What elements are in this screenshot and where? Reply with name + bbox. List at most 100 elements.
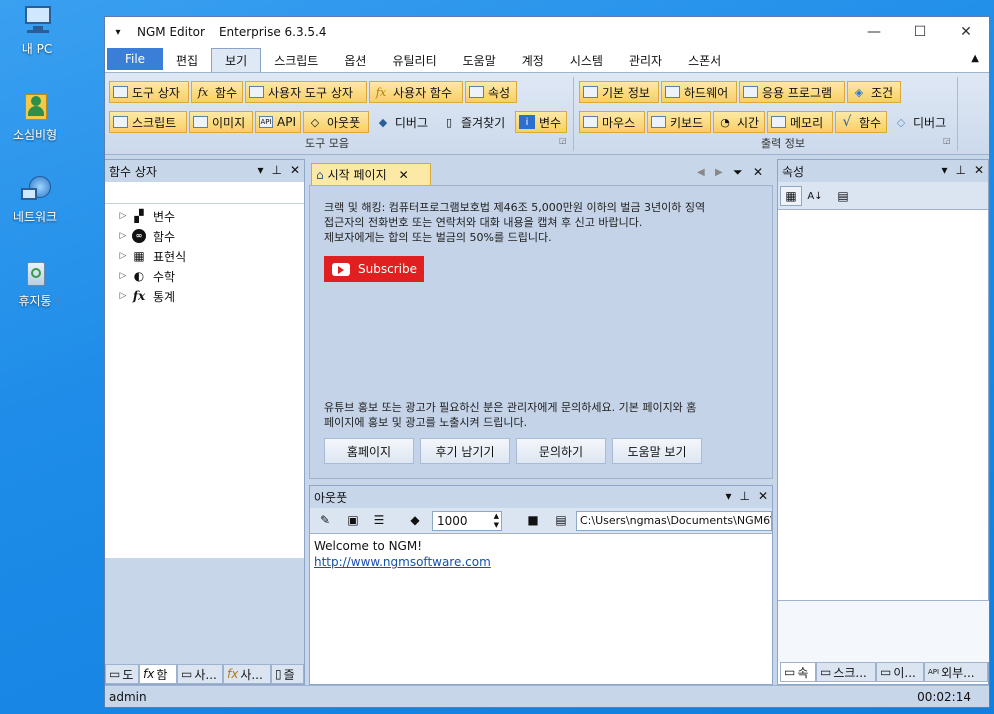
api-button[interactable]: API API <box>255 111 301 133</box>
tab-scroll-left-icon[interactable]: ◀ <box>697 167 705 178</box>
group-launcher-icon[interactable]: ◲ <box>943 136 951 145</box>
user-toolbox-button[interactable]: 사용자 도구 상자 <box>245 81 367 103</box>
tab-user-function[interactable]: fx 사... <box>223 664 271 684</box>
tab-scroll-right-icon[interactable]: ▶ <box>715 167 723 178</box>
toolbox-button[interactable]: 도구 상자 <box>109 81 189 103</box>
panel-dropdown-icon[interactable]: ▾ <box>725 489 731 503</box>
save-icon[interactable]: ■ <box>522 510 544 530</box>
quick-access-dropdown-icon[interactable]: ▾ <box>105 27 131 38</box>
mouse-button[interactable]: 마우스 <box>579 111 645 133</box>
desktop-icon-recycle-bin[interactable]: 휴지통 <box>0 256 70 309</box>
properties-icon <box>469 86 484 98</box>
expand-icon[interactable]: ▷ <box>115 271 131 281</box>
tab-close-icon[interactable]: ✕ <box>399 168 409 182</box>
desktop-icon-network[interactable]: 네트워크 <box>0 172 70 225</box>
pin-icon[interactable]: ⊥ <box>739 489 749 503</box>
line-count-stepper[interactable]: 1000 ▲ ▼ <box>432 511 502 531</box>
menu-view[interactable]: 보기 <box>211 48 262 72</box>
panel-dropdown-icon[interactable]: ▾ <box>941 163 947 177</box>
menu-options[interactable]: 옵션 <box>331 48 379 72</box>
contact-button[interactable]: 문의하기 <box>516 438 606 464</box>
condition-button[interactable]: ◈ 조건 <box>847 81 901 103</box>
debug-button[interactable]: ◆ 디버그 <box>371 111 433 133</box>
maximize-button[interactable]: ☐ <box>897 17 943 47</box>
tab-toolbox[interactable]: ▭ 도 <box>105 664 139 684</box>
hardware-button[interactable]: 하드웨어 <box>661 81 737 103</box>
homepage-button[interactable]: 홈페이지 <box>324 438 414 464</box>
panel-close-icon[interactable]: ✕ <box>974 163 984 177</box>
menu-system[interactable]: 시스템 <box>557 48 616 72</box>
tree-item-expression[interactable]: ▷ ▦ 표현식 <box>105 246 304 266</box>
output-path-field[interactable]: C:\Users\ngmas\Documents\NGM6\ <box>576 511 772 531</box>
pin-icon[interactable]: ⊥ <box>271 163 281 177</box>
debug-output-button[interactable]: ◇ 디버그 <box>889 111 953 133</box>
tree-item-variable[interactable]: ▷ ▞ 변수 <box>105 206 304 226</box>
expand-icon[interactable]: ▷ <box>115 251 131 261</box>
image-button[interactable]: 이미지 <box>189 111 253 133</box>
variable-button[interactable]: i 변수 <box>515 111 567 133</box>
keyboard-button[interactable]: 키보드 <box>647 111 711 133</box>
time-button[interactable]: ◔ 시간 <box>713 111 765 133</box>
clean-icon[interactable]: ✎ <box>314 510 336 530</box>
menu-admin[interactable]: 관리자 <box>616 48 675 72</box>
user-function-button[interactable]: fx 사용자 함수 <box>369 81 463 103</box>
collapse-ribbon-icon[interactable]: ▲ <box>971 53 979 64</box>
function-output-button[interactable]: √ 함수 <box>835 111 887 133</box>
menu-sponsor[interactable]: 스폰서 <box>675 48 734 72</box>
tree-item-math[interactable]: ▷ ◐ 수학 <box>105 266 304 286</box>
eraser-icon[interactable]: ◆ <box>404 510 426 530</box>
categorized-icon[interactable]: ▦ <box>780 186 802 206</box>
memory-button[interactable]: 메모리 <box>767 111 833 133</box>
group-launcher-icon[interactable]: ◲ <box>559 136 567 145</box>
tree-item-function[interactable]: ▷ ∞ 함수 <box>105 226 304 246</box>
output-button[interactable]: ◇ 아웃풋 <box>303 111 369 133</box>
basic-info-button[interactable]: 기본 정보 <box>579 81 659 103</box>
tab-start-page[interactable]: ⌂ 시작 페이지 ✕ <box>311 163 431 185</box>
tab-list-icon[interactable]: ⏷ <box>733 165 743 180</box>
youtube-icon <box>332 262 350 276</box>
menu-help[interactable]: 도움말 <box>450 48 509 72</box>
panel-dropdown-icon[interactable]: ▾ <box>257 163 263 177</box>
tab-external-api[interactable]: API 외부... <box>924 662 988 682</box>
stepper-arrows-icon[interactable]: ▲ ▼ <box>494 512 499 530</box>
menu-script[interactable]: 스크립트 <box>261 48 331 72</box>
desktop-icon-user[interactable]: 소심비형 <box>0 90 70 143</box>
menu-edit[interactable]: 편집 <box>163 48 211 72</box>
pin-icon[interactable]: ⊥ <box>955 163 965 177</box>
review-button[interactable]: 후기 남기기 <box>420 438 510 464</box>
tab-function[interactable]: fx 함 <box>139 664 177 684</box>
expand-icon[interactable]: ▷ <box>115 231 131 241</box>
minimize-button[interactable]: — <box>851 17 897 47</box>
panel-close-icon[interactable]: ✕ <box>758 489 768 503</box>
function-button[interactable]: fx 함수 <box>191 81 243 103</box>
open-folder-icon[interactable]: ▤ <box>550 510 572 530</box>
subscribe-button[interactable]: Subscribe <box>324 256 424 282</box>
sort-alpha-icon[interactable]: A↓ <box>804 186 826 206</box>
tab-favorites[interactable]: ▯ 즐 <box>271 664 304 684</box>
expand-icon[interactable]: ▷ <box>115 211 131 221</box>
close-button[interactable]: ✕ <box>943 17 989 47</box>
search-input[interactable] <box>105 182 304 204</box>
website-link[interactable]: http://www.ngmsoftware.com <box>314 554 768 570</box>
document-close-icon[interactable]: ✕ <box>753 165 763 179</box>
help-button[interactable]: 도움말 보기 <box>612 438 702 464</box>
menu-utility[interactable]: 유틸리티 <box>379 48 449 72</box>
application-button[interactable]: 응용 프로그램 <box>739 81 845 103</box>
tab-user-toolbox[interactable]: ▭ 사... <box>177 664 223 684</box>
file-menu[interactable]: File <box>107 48 163 70</box>
script-button[interactable]: 스크립트 <box>109 111 187 133</box>
properties-button[interactable]: 속성 <box>465 81 517 103</box>
script-icon <box>113 116 128 128</box>
desktop-icon-my-pc[interactable]: 내 PC <box>2 4 72 57</box>
copy-icon[interactable]: ▣ <box>342 510 364 530</box>
panel-close-icon[interactable]: ✕ <box>290 163 300 177</box>
list-icon[interactable]: ☰ <box>368 510 390 530</box>
tab-image[interactable]: ▭ 이... <box>876 662 924 682</box>
tab-properties[interactable]: ▭ 속 <box>780 662 816 682</box>
tab-script[interactable]: ▭ 스크... <box>816 662 876 682</box>
property-pages-icon[interactable]: ▤ <box>832 186 854 206</box>
favorites-button[interactable]: ▯ 즐겨찾기 <box>437 111 513 133</box>
tree-item-statistics[interactable]: ▷ fx 통계 <box>105 286 304 306</box>
menu-account[interactable]: 계정 <box>509 48 557 72</box>
expand-icon[interactable]: ▷ <box>115 291 131 301</box>
